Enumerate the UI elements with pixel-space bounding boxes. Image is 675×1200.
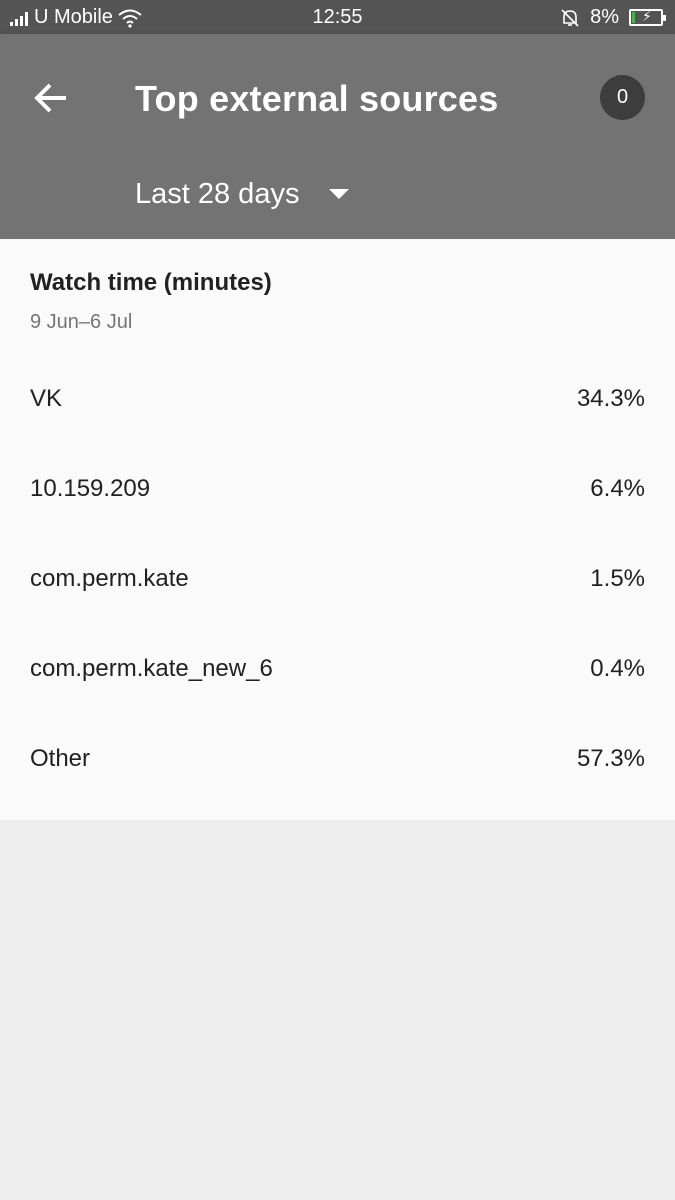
source-percent: 57.3% <box>576 745 645 772</box>
source-name: com.perm.kate <box>30 565 189 592</box>
dropdown-caret-icon <box>329 189 350 199</box>
source-row[interactable]: VK 34.3% <box>30 379 645 419</box>
app-bar: Top external sources 0 Last 28 days <box>0 34 675 239</box>
mute-bell-icon <box>561 8 579 27</box>
source-row[interactable]: com.perm.kate_new_6 0.4% <box>30 649 645 689</box>
source-percent: 34.3% <box>576 385 645 412</box>
source-row[interactable]: 10.159.209 6.4% <box>30 469 645 509</box>
status-right: 8% ⚡ <box>560 6 666 29</box>
battery-percent: 8% <box>590 6 619 28</box>
source-name: Other <box>30 745 91 772</box>
date-range-label: Last 28 days <box>135 177 300 210</box>
source-name: com.perm.kate_new_6 <box>30 655 273 682</box>
date-range-dropdown[interactable]: Last 28 days <box>135 174 350 214</box>
watch-time-card: Watch time (minutes) 9 Jun–6 Jul VK 34.3… <box>0 239 675 820</box>
page-title: Top external sources <box>135 78 499 119</box>
arrow-left-icon <box>34 83 66 113</box>
source-row[interactable]: Other 57.3% <box>30 739 645 779</box>
source-name: 10.159.209 <box>30 475 151 502</box>
battery-charging-icon: ⚡ <box>629 8 666 26</box>
notification-badge[interactable]: 0 <box>600 75 645 120</box>
source-name: VK <box>30 385 63 412</box>
status-bar: U Mobile 12:55 8% ⚡ <box>0 0 675 34</box>
source-row[interactable]: com.perm.kate 1.5% <box>30 559 645 599</box>
source-percent: 1.5% <box>590 565 645 592</box>
card-title: Watch time (minutes) <box>30 269 272 296</box>
source-percent: 0.4% <box>590 655 645 682</box>
date-span: 9 Jun–6 Jul <box>30 311 133 333</box>
back-button[interactable] <box>30 76 74 120</box>
source-percent: 6.4% <box>590 475 645 502</box>
